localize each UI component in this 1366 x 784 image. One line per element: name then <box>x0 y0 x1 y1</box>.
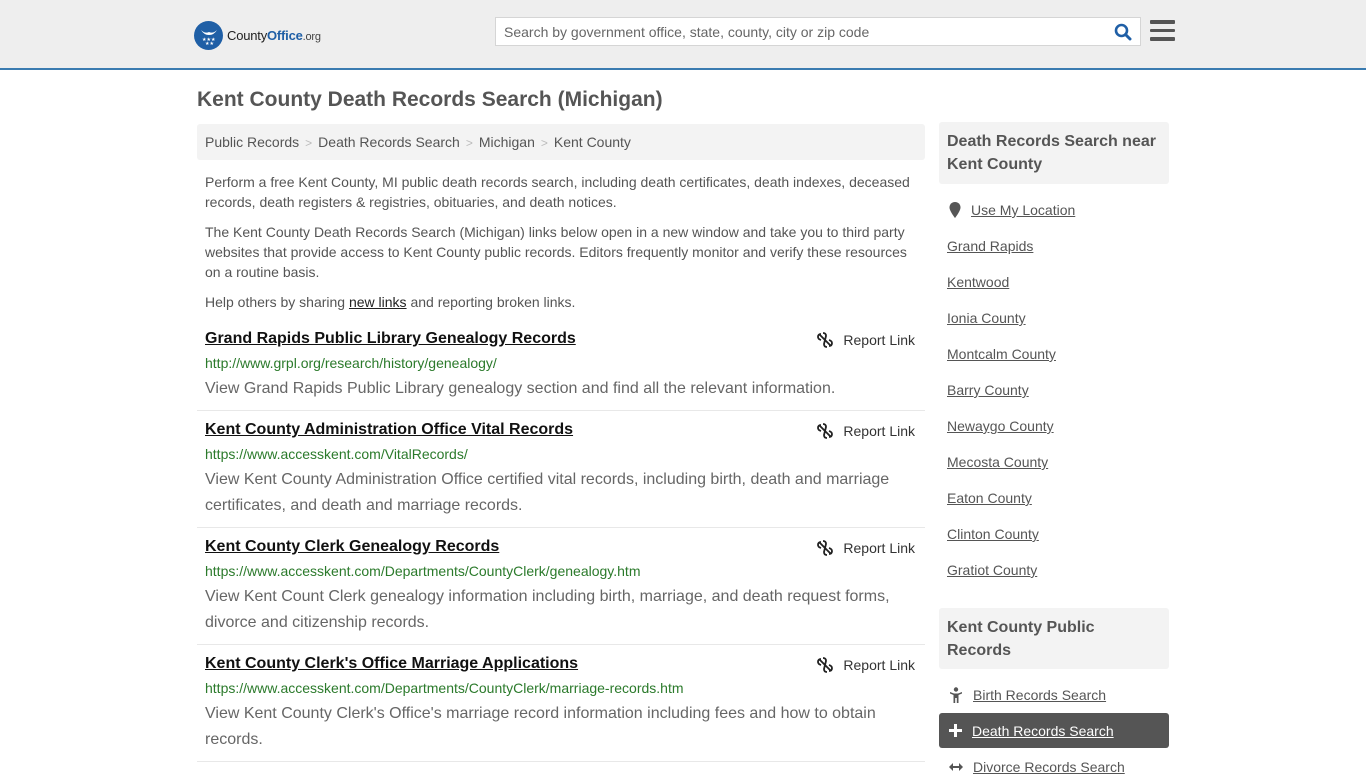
nearby-link-newaygo-county[interactable]: Newaygo County <box>947 418 1054 434</box>
top-bar: ★★★ ★★ CountyOffice.org <box>0 0 1366 70</box>
breadcrumb-death-records-search[interactable]: Death Records Search <box>318 134 460 150</box>
intro-paragraph: Perform a free Kent County, MI public de… <box>205 174 910 210</box>
nearby-link-barry-county[interactable]: Barry County <box>947 382 1029 398</box>
svg-text:★★: ★★ <box>205 41 214 45</box>
breadcrumb-separator: > <box>540 136 548 150</box>
result-description: View Kent County Clerk's Office's marria… <box>205 705 876 748</box>
broken-link-icon <box>817 332 834 348</box>
report-link-button[interactable]: Report Link <box>817 423 915 439</box>
use-my-location-link[interactable]: Use My Location <box>971 202 1075 218</box>
broken-link-icon <box>817 540 834 556</box>
public-records-item-birth[interactable]: Birth Records Search <box>939 678 1169 712</box>
nearby-link-mecosta-county[interactable]: Mecosta County <box>947 454 1048 470</box>
nearby-link-eaton-county[interactable]: Eaton County <box>947 490 1032 506</box>
result-title-link[interactable]: Grand Rapids Public Library Genealogy Re… <box>205 330 576 348</box>
nearby-heading: Death Records Search near Kent County <box>939 122 1169 184</box>
broken-link-icon <box>817 657 834 673</box>
logo-link[interactable]: ★★★ ★★ CountyOffice.org <box>194 20 321 50</box>
nearby-link-clinton-county[interactable]: Clinton County <box>947 526 1039 542</box>
result-url: https://www.accesskent.com/Departments/C… <box>205 680 684 696</box>
breadcrumb-michigan[interactable]: Michigan <box>479 134 535 150</box>
map-marker-icon <box>949 202 961 218</box>
public-records-heading: Kent County Public Records <box>939 608 1169 669</box>
logo-text: CountyOffice.org <box>227 27 321 43</box>
report-link-button[interactable]: Report Link <box>817 540 915 556</box>
search-icon <box>1114 23 1132 41</box>
divorce-records-search-link[interactable]: Divorce Records Search <box>973 759 1125 775</box>
broken-link-icon <box>817 423 834 439</box>
hamburger-menu-button[interactable] <box>1150 20 1175 42</box>
result-item: Kent County Clerk Genealogy Records Repo… <box>197 538 925 645</box>
menu-bar-icon <box>1150 20 1175 24</box>
use-location-row: Use My Location <box>939 193 1169 227</box>
public-records-item-divorce[interactable]: Divorce Records Search <box>939 750 1169 784</box>
page-title: Kent County Death Records Search (Michig… <box>197 88 663 111</box>
result-item: Grand Rapids Public Library Genealogy Re… <box>197 330 925 411</box>
menu-bar-icon <box>1150 37 1175 41</box>
result-url: http://www.grpl.org/research/history/gen… <box>205 355 497 371</box>
result-description: View Kent County Administration Office c… <box>205 471 890 514</box>
new-links-link[interactable]: new links <box>349 294 407 310</box>
breadcrumb-public-records[interactable]: Public Records <box>205 134 299 150</box>
death-records-search-link[interactable]: Death Records Search <box>972 723 1114 739</box>
intro-text: Perform a free Kent County, MI public de… <box>205 172 917 322</box>
result-url: https://www.accesskent.com/VitalRecords/ <box>205 446 468 462</box>
result-url: https://www.accesskent.com/Departments/C… <box>205 563 641 579</box>
result-item: Kent County Clerk's Office Marriage Appl… <box>197 655 925 762</box>
public-records-item-death[interactable]: Death Records Search <box>939 713 1169 748</box>
result-description: View Kent Count Clerk genealogy informat… <box>205 588 890 631</box>
intro-paragraph: The Kent County Death Records Search (Mi… <box>205 224 907 280</box>
search-box <box>495 17 1141 46</box>
arrows-horizontal-icon <box>949 763 963 771</box>
menu-bar-icon <box>1150 28 1175 32</box>
nearby-link-grand-rapids[interactable]: Grand Rapids <box>947 238 1033 254</box>
child-icon <box>950 687 962 703</box>
result-title-link[interactable]: Kent County Clerk's Office Marriage Appl… <box>205 655 578 673</box>
report-link-button[interactable]: Report Link <box>817 332 915 348</box>
breadcrumb-separator: > <box>465 136 473 150</box>
search-button[interactable] <box>1112 22 1134 42</box>
result-item: Kent County Administration Office Vital … <box>197 421 925 528</box>
breadcrumb-separator: > <box>305 136 313 150</box>
nearby-link-kentwood[interactable]: Kentwood <box>947 274 1009 290</box>
intro-paragraph: Help others by sharing new links and rep… <box>205 294 576 310</box>
logo-eagle-icon: ★★★ ★★ <box>194 20 223 50</box>
plus-cross-icon <box>949 724 962 737</box>
birth-records-search-link[interactable]: Birth Records Search <box>973 687 1106 703</box>
result-title-link[interactable]: Kent County Administration Office Vital … <box>205 421 573 439</box>
breadcrumb: Public Records > Death Records Search > Mich… <box>197 124 925 160</box>
nearby-link-gratiot-county[interactable]: Gratiot County <box>947 562 1037 578</box>
search-input[interactable] <box>496 18 1096 45</box>
nearby-link-montcalm-county[interactable]: Montcalm County <box>947 346 1056 362</box>
result-title-link[interactable]: Kent County Clerk Genealogy Records <box>205 538 499 556</box>
result-description: View Grand Rapids Public Library genealo… <box>205 380 836 397</box>
breadcrumb-kent-county[interactable]: Kent County <box>554 134 631 150</box>
nearby-link-ionia-county[interactable]: Ionia County <box>947 310 1026 326</box>
report-link-button[interactable]: Report Link <box>817 657 915 673</box>
